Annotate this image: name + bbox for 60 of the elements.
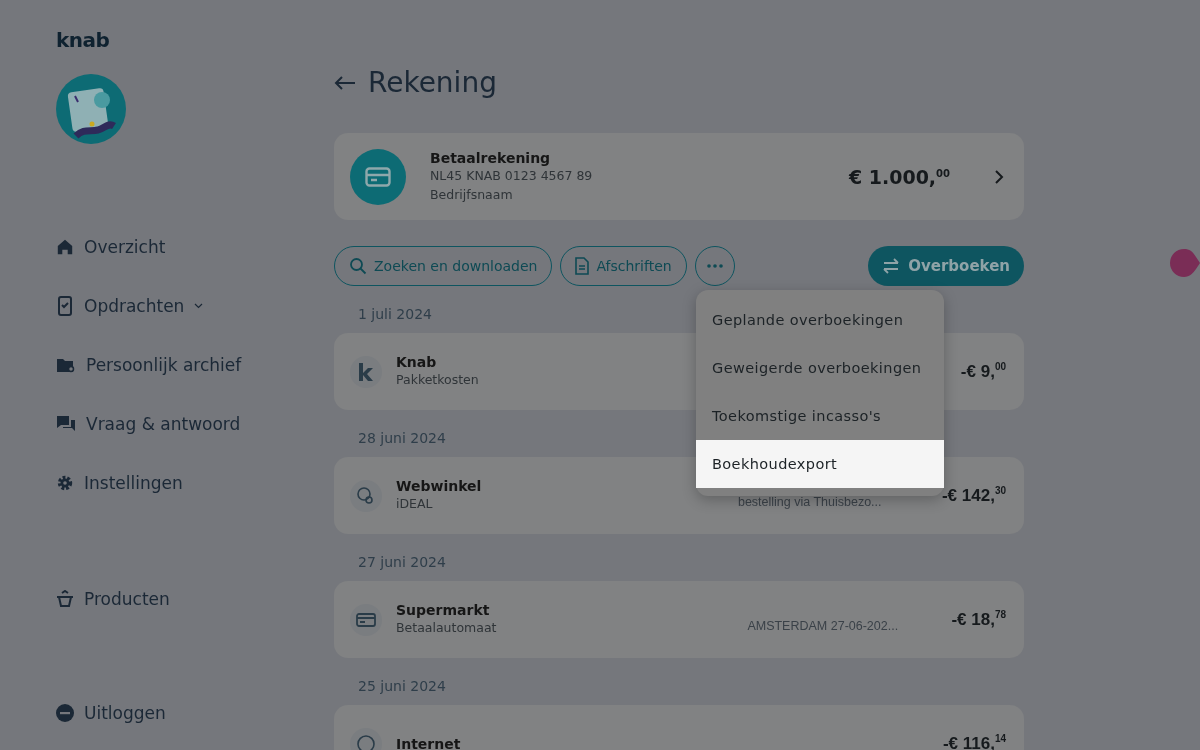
date-heading: 27 juni 2024	[358, 554, 446, 571]
card-icon	[356, 611, 376, 628]
transaction-description: AMSTERDAM 27-06-202...	[747, 618, 900, 633]
sidebar-label: Vraag & antwoord	[86, 414, 241, 434]
settings-icon	[56, 474, 74, 492]
page-title: Rekening	[368, 66, 497, 99]
sidebar-item[interactable]: Persoonlijk archief	[56, 354, 334, 376]
basket-icon	[56, 590, 74, 608]
chat-icon	[56, 415, 76, 433]
date-heading: 25 juni 2024	[358, 678, 446, 695]
sidebar-item[interactable]: Producten	[56, 588, 334, 610]
chevron-right-icon	[994, 169, 1004, 184]
transaction-amount: -€ 9,$^{00}$	[960, 361, 1006, 382]
k-logo-icon	[357, 361, 375, 382]
logout-icon	[56, 704, 74, 722]
chevron-down-icon	[194, 303, 204, 309]
date-heading: 1 juli 2024	[358, 306, 432, 323]
sidebar-label: Overzicht	[84, 237, 166, 257]
transaction-card[interactable]: Supermarkt Betaalautomaat AMSTERDAM 27-06-202... -€ 18,$^{78}$	[334, 581, 1024, 658]
transaction-amount: -€ 18,$^{78}$	[951, 609, 1006, 630]
transaction-amount: -€ 142,$^{30}$	[941, 485, 1006, 506]
transaction-name: Supermarkt	[396, 602, 490, 618]
knab-logo[interactable]: knab	[56, 28, 334, 52]
phone-check-icon	[56, 296, 74, 316]
search-icon	[349, 257, 367, 275]
folder-search-icon	[56, 356, 76, 374]
back-arrow-icon[interactable]	[334, 74, 356, 91]
account-name: Betaalrekening	[430, 149, 551, 166]
sidebar-item[interactable]: Vraag & antwoord	[56, 413, 334, 435]
menu-item[interactable]: Geweigerde overboekingen	[696, 344, 944, 392]
transaction-name: Internet	[396, 735, 461, 750]
transaction-description: bestelling via Thuisbezo...	[737, 494, 883, 509]
sidebar-label: Persoonlijk archief	[86, 355, 242, 375]
transaction-name: Webwinkel	[396, 478, 482, 494]
euro-coin-icon	[356, 733, 376, 750]
account-holder: Bedrijfsnaam	[430, 185, 513, 204]
transaction-type: iDEAL	[396, 495, 433, 513]
sidebar-label: Uitloggen	[84, 703, 166, 723]
sidebar-item[interactable]: Opdrachten	[56, 295, 334, 317]
sidebar-label: Opdrachten	[84, 296, 185, 316]
account-iban: NL45 KNAB 0123 4567 89	[430, 166, 593, 185]
sidebar-label: Instellingen	[84, 473, 183, 493]
more-icon	[706, 264, 723, 268]
home-icon	[56, 238, 74, 256]
document-icon	[575, 257, 590, 275]
coins-icon	[356, 485, 376, 506]
sidebar-item[interactable]: Overzicht	[56, 236, 334, 258]
swap-arrows-icon	[882, 258, 901, 274]
account-card[interactable]: Betaalrekening NL45 KNAB 0123 4567 89 Bedrijfsnaam € 1.000,$^{00}$	[334, 133, 1024, 220]
transaction-name: Knab	[396, 354, 437, 370]
sidebar-item[interactable]: Instellingen	[56, 472, 334, 494]
transfer-button[interactable]: Overboeken	[868, 246, 1024, 286]
card-icon	[365, 166, 391, 187]
sidebar-item[interactable]: Uitloggen	[56, 702, 334, 724]
transaction-type: Betaalautomaat	[396, 619, 497, 637]
sidebar-label: Producten	[84, 589, 170, 609]
transaction-type: Pakketkosten	[396, 371, 479, 389]
account-balance: € 1.000,$^{00}$	[848, 165, 950, 188]
date-heading: 28 juni 2024	[358, 430, 446, 447]
menu-item[interactable]: Boekhoudexport	[696, 440, 944, 488]
